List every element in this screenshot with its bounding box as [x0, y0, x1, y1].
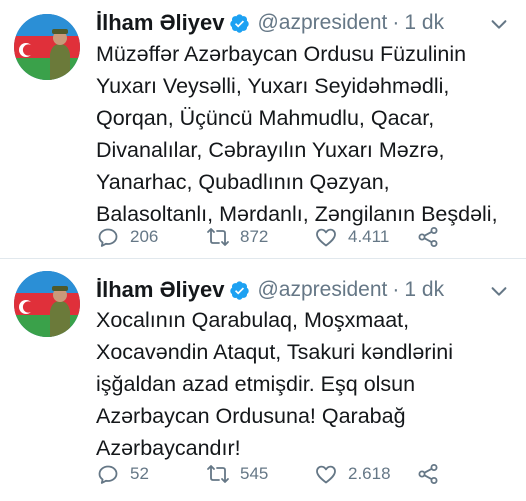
retweet-count: 545 [240, 464, 269, 483]
verified-badge-icon [229, 280, 250, 301]
like-count: 2.618 [348, 464, 391, 483]
retweet-button[interactable]: 545 [206, 461, 268, 487]
share-icon [416, 225, 440, 249]
timestamp[interactable]: 1 dk [404, 11, 444, 35]
reply-icon [96, 462, 120, 486]
separator-dot: · [392, 278, 400, 301]
avatar[interactable] [14, 271, 80, 337]
avatar[interactable] [14, 14, 80, 80]
tweet-header: İlham Əliyev @azpresident · 1 dk [96, 275, 444, 305]
reply-count: 206 [130, 227, 159, 246]
like-button[interactable]: 2.618 [314, 461, 391, 487]
tweet-text: Müzəffər Azərbaycan Ordusu Füzulinin Yux… [96, 42, 498, 226]
share-button[interactable] [416, 461, 440, 487]
retweet-icon [206, 462, 230, 486]
tweet-text: Xocalının Qarabulaq, Moşxmaat, Xocavəndi… [96, 308, 453, 460]
reply-count: 52 [130, 464, 149, 483]
chevron-down-icon[interactable] [488, 280, 510, 302]
like-button[interactable]: 4.411 [314, 224, 389, 250]
verified-badge-icon [229, 13, 250, 34]
like-icon [314, 462, 338, 486]
avatar-image [14, 14, 80, 80]
tweet-header: İlham Əliyev @azpresident · 1 dk [96, 8, 444, 38]
author-handle[interactable]: @azpresident [257, 11, 387, 35]
author-handle[interactable]: @azpresident [257, 278, 387, 302]
timestamp[interactable]: 1 dk [404, 278, 444, 302]
share-icon [416, 462, 440, 486]
chevron-down-icon[interactable] [488, 13, 510, 35]
reply-button[interactable]: 206 [96, 224, 158, 250]
reply-icon [96, 225, 120, 249]
tweet[interactable]: İlham Əliyev @azpresident · 1 dk Müzəffə… [0, 0, 526, 258]
like-icon [314, 225, 338, 249]
retweet-icon [206, 225, 230, 249]
author-name[interactable]: İlham Əliyev [96, 10, 224, 36]
reply-button[interactable]: 52 [96, 461, 149, 487]
like-count: 4.411 [348, 227, 390, 246]
retweet-button[interactable]: 872 [206, 224, 268, 250]
avatar-image [14, 271, 80, 337]
share-button[interactable] [416, 224, 440, 250]
retweet-count: 872 [240, 227, 269, 246]
separator-dot: · [392, 11, 400, 34]
tweet[interactable]: İlham Əliyev @azpresident · 1 dk Xocalın… [0, 259, 526, 501]
author-name[interactable]: İlham Əliyev [96, 277, 224, 303]
